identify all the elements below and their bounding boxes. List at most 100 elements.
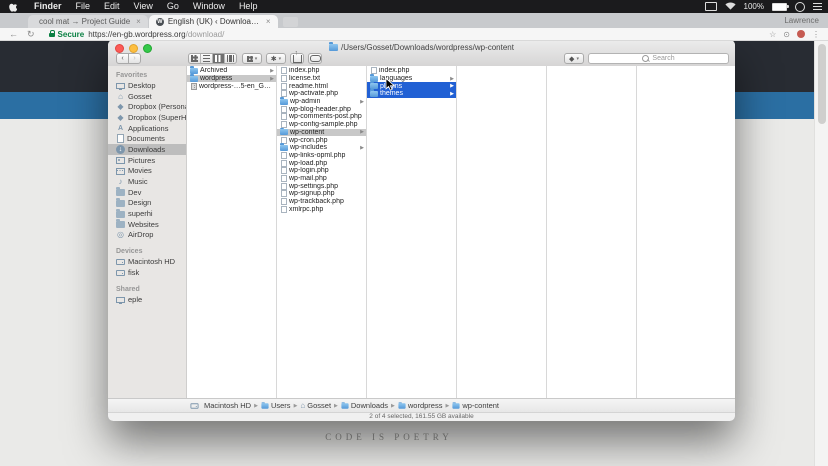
finder-column-3[interactable]: index.phplanguages▶plugins▶themes▶ — [367, 66, 457, 398]
arrange-button[interactable]: ▾ — [242, 53, 262, 64]
tags-button[interactable] — [308, 53, 322, 64]
file-row-wp-load-php[interactable]: wp-load.php — [277, 159, 366, 167]
file-row-plugins[interactable]: plugins▶ — [367, 82, 456, 90]
file-row-wp-content[interactable]: wp-content▶ — [277, 129, 366, 137]
finder-column-6[interactable] — [637, 66, 735, 398]
file-row-xmlrpc-php[interactable]: xmlrpc.php — [277, 205, 366, 213]
clock-icon[interactable] — [795, 2, 805, 12]
file-row-wp-trackback-php[interactable]: wp-trackback.php — [277, 198, 366, 206]
battery-icon[interactable] — [772, 3, 787, 11]
sidebar-item-fisk[interactable]: fisk — [108, 267, 186, 278]
url-path[interactable]: /download/ — [186, 30, 225, 39]
file-row-wp-config-sample-php[interactable]: wp-config-sample.php — [277, 121, 366, 129]
finder-column-4[interactable] — [457, 66, 547, 398]
scrollbar-thumb[interactable] — [818, 44, 826, 124]
browser-scrollbar[interactable] — [814, 40, 828, 466]
sidebar-item-desktop[interactable]: Desktop — [108, 80, 186, 91]
path-item-wordpress[interactable]: wordpress — [398, 401, 443, 410]
dropbox-icon: ◆ — [116, 113, 125, 122]
file-row-wp-mail-php[interactable]: wp-mail.php — [277, 175, 366, 183]
file-row-wp-admin[interactable]: wp-admin▶ — [277, 98, 366, 106]
finder-column-1[interactable]: Archived▶wordpress▶wordpress-…5-en_GB.zi… — [187, 66, 277, 398]
file-row-wp-includes[interactable]: wp-includes▶ — [277, 144, 366, 152]
file-row-wordpress-5-en-gb-zip[interactable]: wordpress-…5-en_GB.zip — [187, 82, 276, 90]
menu-view[interactable]: View — [127, 1, 160, 11]
file-row-index-php[interactable]: index.php — [277, 67, 366, 75]
path-item-gosset[interactable]: ⌂Gosset — [300, 401, 331, 410]
file-row-wp-links-opml-php[interactable]: wp-links-opml.php — [277, 152, 366, 160]
file-row-themes[interactable]: themes▶ — [367, 90, 456, 98]
close-tab-icon[interactable]: × — [266, 17, 271, 26]
secure-label[interactable]: Secure — [58, 30, 85, 39]
action-button[interactable]: ✱▾ — [266, 53, 286, 64]
sidebar-item-documents[interactable]: Documents — [108, 133, 186, 144]
share-button[interactable] — [290, 53, 304, 64]
sidebar-item-gosset[interactable]: ⌂Gosset — [108, 91, 186, 102]
back-arrow-icon[interactable]: ← — [9, 28, 18, 40]
wifi-icon[interactable] — [725, 2, 736, 12]
display-icon[interactable] — [705, 2, 717, 11]
new-tab-button[interactable] — [283, 17, 298, 27]
apple-logo-icon[interactable] — [9, 2, 17, 12]
url-host[interactable]: https://en-gb.wordpress.org — [88, 30, 185, 39]
extra-toolbar-button[interactable]: ◆▾ — [564, 53, 584, 64]
sidebar-item-applications[interactable]: AApplications — [108, 123, 186, 134]
sidebar-item-websites[interactable]: Websites — [108, 219, 186, 230]
close-tab-icon[interactable]: × — [136, 17, 141, 26]
cover-flow-button[interactable] — [225, 54, 236, 63]
file-row-wp-login-php[interactable]: wp-login.php — [277, 167, 366, 175]
menu-file[interactable]: File — [69, 1, 98, 11]
icon-view-button[interactable] — [189, 54, 201, 63]
sidebar-item-music[interactable]: ♪Music — [108, 176, 186, 187]
path-item-downloads[interactable]: Downloads — [341, 401, 388, 410]
path-item-wp-content[interactable]: wp-content — [452, 401, 499, 410]
file-row-wp-blog-header-php[interactable]: wp-blog-header.php — [277, 105, 366, 113]
file-row-archived[interactable]: Archived▶ — [187, 67, 276, 75]
file-row-wordpress[interactable]: wordpress▶ — [187, 75, 276, 83]
path-item-macintosh-hd[interactable]: Macintosh HD — [190, 401, 251, 410]
browser-tab-1[interactable]: WEnglish (UK) ‹ Download — W× — [149, 15, 278, 28]
menu-finder[interactable]: Finder — [27, 1, 69, 11]
file-row-readme-html[interactable]: readme.html — [277, 82, 366, 90]
sidebar-item-dev[interactable]: Dev — [108, 187, 186, 198]
file-row-wp-cron-php[interactable]: wp-cron.php — [277, 136, 366, 144]
file-row-wp-signup-php[interactable]: wp-signup.php — [277, 190, 366, 198]
sidebar-item-airdrop[interactable]: ◎AirDrop — [108, 230, 186, 241]
sidebar-item-movies[interactable]: Movies — [108, 166, 186, 177]
column-view-button[interactable] — [213, 54, 225, 63]
sidebar-item-dropbox-personal-[interactable]: ◆Dropbox (Personal) — [108, 101, 186, 112]
forward-button[interactable]: › — [128, 53, 141, 64]
sidebar-item-eple[interactable]: eple — [108, 294, 186, 305]
browser-profile-name[interactable]: Lawrence — [784, 16, 819, 25]
bookmark-star-icon[interactable]: ☆ — [769, 30, 776, 39]
finder-toolbar[interactable]: /Users/Gosset/Downloads/wordpress/wp-con… — [108, 40, 735, 67]
menu-help[interactable]: Help — [232, 1, 265, 11]
file-row-wp-settings-php[interactable]: wp-settings.php — [277, 182, 366, 190]
browser-menu-icon[interactable]: ⋮ — [812, 30, 820, 39]
search-field[interactable]: Search — [588, 53, 729, 64]
browser-tab-0[interactable]: cool mat → Project Guide× — [28, 15, 148, 28]
extension-icon[interactable]: ⊙ — [783, 30, 790, 39]
sidebar-item-macintosh-hd[interactable]: Macintosh HD — [108, 256, 186, 267]
sidebar-item-dropbox-superhi-[interactable]: ◆Dropbox (SuperHi) — [108, 112, 186, 123]
sidebar-item-superhi[interactable]: superhi — [108, 208, 186, 219]
menu-window[interactable]: Window — [186, 1, 232, 11]
menu-go[interactable]: Go — [160, 1, 186, 11]
notification-center-icon[interactable] — [813, 3, 822, 10]
menu-edit[interactable]: Edit — [97, 1, 127, 11]
proxy-folder-icon[interactable] — [329, 44, 338, 51]
avatar[interactable] — [797, 30, 805, 38]
sidebar-item-pictures[interactable]: Pictures — [108, 155, 186, 166]
list-view-button[interactable] — [201, 54, 213, 63]
reload-icon[interactable]: ↻ — [27, 28, 35, 40]
path-item-users[interactable]: Users — [261, 401, 291, 410]
file-row-wp-activate-php[interactable]: wp-activate.php — [277, 90, 366, 98]
sidebar-item-downloads[interactable]: ↓Downloads — [108, 144, 186, 155]
sidebar-item-design[interactable]: Design — [108, 198, 186, 209]
file-row-wp-comments-post-php[interactable]: wp-comments-post.php — [277, 113, 366, 121]
file-row-license-txt[interactable]: license.txt — [277, 75, 366, 83]
file-row-languages[interactable]: languages▶ — [367, 75, 456, 83]
file-row-index-php[interactable]: index.php — [367, 67, 456, 75]
finder-column-5[interactable] — [547, 66, 637, 398]
finder-column-2[interactable]: index.phplicense.txtreadme.htmlwp-activa… — [277, 66, 367, 398]
